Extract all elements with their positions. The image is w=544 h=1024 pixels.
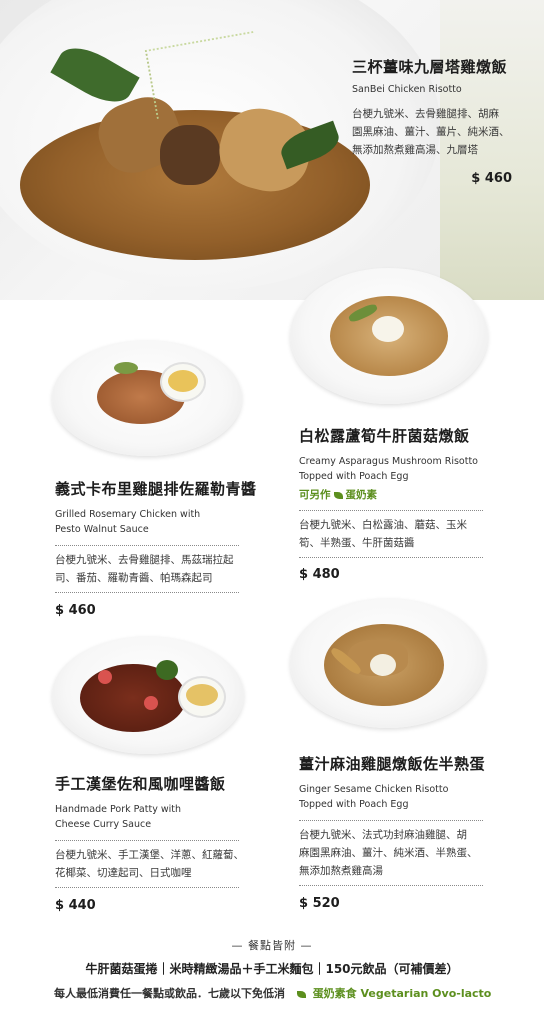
dish-description: 台梗九號米、手工漢堡、洋蔥、紅蘿蔔、 花椰菜、切達起司、日式咖哩 bbox=[55, 846, 275, 882]
poached-egg bbox=[370, 654, 396, 676]
eggplant-piece bbox=[160, 125, 220, 185]
dish-description: 台梗九號米、白松露油、蘑菇、玉米 筍、半熟蛋、牛肝菌菇醬 bbox=[299, 516, 519, 552]
dish-title-en: SanBei Chicken Risotto bbox=[352, 84, 462, 95]
divider bbox=[55, 840, 239, 841]
veg-legend: 蛋奶素食 Vegetarian Ovo-lacto bbox=[312, 987, 492, 1000]
dish-info-rosemary: 義式卡布里雞腿排佐羅勒青醬 Grilled Rosemary Chicken w… bbox=[55, 478, 275, 618]
divider bbox=[299, 820, 483, 821]
dish-description: 台梗九號米、去骨雞腿排、胡麻 園黑麻油、薑汁、薑片、純米酒、 無添加熬煮雞高湯、… bbox=[352, 105, 532, 159]
divider bbox=[55, 592, 239, 593]
leaf-icon bbox=[333, 491, 343, 499]
cheese bbox=[186, 684, 218, 706]
dish-price: $ 440 bbox=[55, 898, 96, 913]
desc-line: 無添加熬煮雞高湯 bbox=[299, 865, 383, 877]
footer-policy-row: 每人最低消費任一餐點或飲品．七歲以下免低消 蛋奶素食 Vegetarian Ov… bbox=[54, 985, 491, 1001]
dish-title: 手工漢堡佐和風咖哩醬飯 bbox=[55, 775, 226, 793]
leaf-icon bbox=[296, 990, 306, 998]
desc-line: 台梗九號米、法式功封麻油雞腿、胡 bbox=[299, 829, 467, 841]
dish-photo bbox=[290, 268, 488, 404]
divider bbox=[55, 545, 239, 546]
desc-line: 麻園黑麻油、薑汁、純米酒、半熟蛋、 bbox=[299, 847, 478, 859]
dish-title: 義式卡布里雞腿排佐羅勒青醬 bbox=[55, 480, 257, 498]
desc-line: 花椰菜、切達起司、日式咖哩 bbox=[55, 867, 192, 879]
tomato bbox=[98, 670, 112, 684]
dish-price: $ 520 bbox=[299, 896, 340, 911]
dish-info-asparagus: 白松露蘆筍牛肝菌菇燉飯 Creamy Asparagus Mushroom Ri… bbox=[299, 425, 519, 582]
desc-line: 台梗九號米、白松露油、蘑菇、玉米 bbox=[299, 519, 467, 531]
desc-line: 台梗九號米、去骨雞腿排、馬茲瑞拉起 bbox=[55, 554, 234, 566]
dish-title-en: Creamy Asparagus Mushroom Risotto Topped… bbox=[299, 454, 519, 484]
footer-policy: 每人最低消費任一餐點或飲品．七歲以下免低消 bbox=[54, 987, 285, 1000]
title-en-line: Handmade Pork Patty with bbox=[55, 804, 181, 815]
dish-price: $ 460 bbox=[55, 603, 96, 618]
divider bbox=[299, 885, 483, 886]
title-en-line: Pesto Walnut Sauce bbox=[55, 524, 149, 535]
title-en-line: Creamy Asparagus Mushroom Risotto bbox=[299, 456, 478, 467]
title-en-line: Cheese Curry Sauce bbox=[55, 819, 152, 830]
dish-photo bbox=[290, 598, 486, 728]
desc-line: 司、番茄、羅勒青醬、帕瑪森起司 bbox=[55, 572, 213, 584]
veg-label: 蛋奶素 bbox=[345, 489, 378, 501]
desc-line: 筍、半熟蛋、牛肝菌菇醬 bbox=[299, 537, 415, 549]
dish-title: 薑汁麻油雞腿燉飯佐半熟蛋 bbox=[299, 755, 486, 773]
herb-garnish bbox=[114, 362, 138, 374]
desc-line: 無添加熬煮雞高湯、九層塔 bbox=[352, 144, 478, 156]
tomato bbox=[144, 696, 158, 710]
broccoli bbox=[156, 660, 178, 680]
dish-photo bbox=[52, 340, 242, 456]
desc-line: 園黑麻油、薑汁、薑片、純米酒、 bbox=[352, 126, 510, 138]
dish-title-en: Ginger Sesame Chicken Risotto Topped wit… bbox=[299, 782, 519, 812]
dish-title-en: Grilled Rosemary Chicken with Pesto Waln… bbox=[55, 507, 275, 537]
dish-info-ginger: 薑汁麻油雞腿燉飯佐半熟蛋 Ginger Sesame Chicken Risot… bbox=[299, 753, 519, 911]
divider bbox=[55, 887, 239, 888]
dish-title: 白松露蘆筍牛肝菌菇燉飯 bbox=[299, 427, 470, 445]
title-en-line: Grilled Rosemary Chicken with bbox=[55, 509, 201, 520]
desc-line: 台梗九號米、手工漢堡、洋蔥、紅蘿蔔、 bbox=[55, 849, 244, 861]
veg-option: 可另作 蛋奶素 bbox=[299, 487, 519, 502]
divider bbox=[299, 557, 483, 558]
dish-title: 三杯薑味九層塔雞燉飯 bbox=[352, 58, 508, 76]
title-en-line: Topped with Poach Egg bbox=[299, 799, 409, 810]
dish-description: 台梗九號米、去骨雞腿排、馬茲瑞拉起 司、番茄、羅勒青醬、帕瑪森起司 bbox=[55, 551, 275, 587]
dish-title-en: Handmade Pork Patty with Cheese Curry Sa… bbox=[55, 802, 275, 832]
dish-price: $ 460 bbox=[471, 171, 512, 186]
title-en-line: Ginger Sesame Chicken Risotto bbox=[299, 784, 449, 795]
hero-dish-info: 三杯薑味九層塔雞燉飯 SanBei Chicken Risotto 台梗九號米、… bbox=[352, 56, 532, 186]
divider bbox=[299, 510, 483, 511]
desc-line: 台梗九號米、去骨雞腿排、胡麻 bbox=[352, 108, 499, 120]
veg-note: 可另作 bbox=[299, 489, 331, 501]
dish-description: 台梗九號米、法式功封麻油雞腿、胡 麻園黑麻油、薑汁、純米酒、半熟蛋、 無添加熬煮… bbox=[299, 826, 519, 880]
sauce bbox=[168, 370, 198, 392]
dish-price: $ 480 bbox=[299, 567, 340, 582]
poached-egg bbox=[372, 316, 404, 342]
dish-photo bbox=[52, 636, 244, 754]
footer-heading: — 餐點皆附 — bbox=[231, 939, 313, 952]
footer-includes: 牛肝菌菇蛋捲｜米時精緻湯品＋手工米麵包｜150元飲品（可補價差） bbox=[85, 962, 459, 976]
dish-info-hamburger: 手工漢堡佐和風咖哩醬飯 Handmade Pork Patty with Che… bbox=[55, 773, 275, 913]
title-en-line: Topped with Poach Egg bbox=[299, 471, 409, 482]
